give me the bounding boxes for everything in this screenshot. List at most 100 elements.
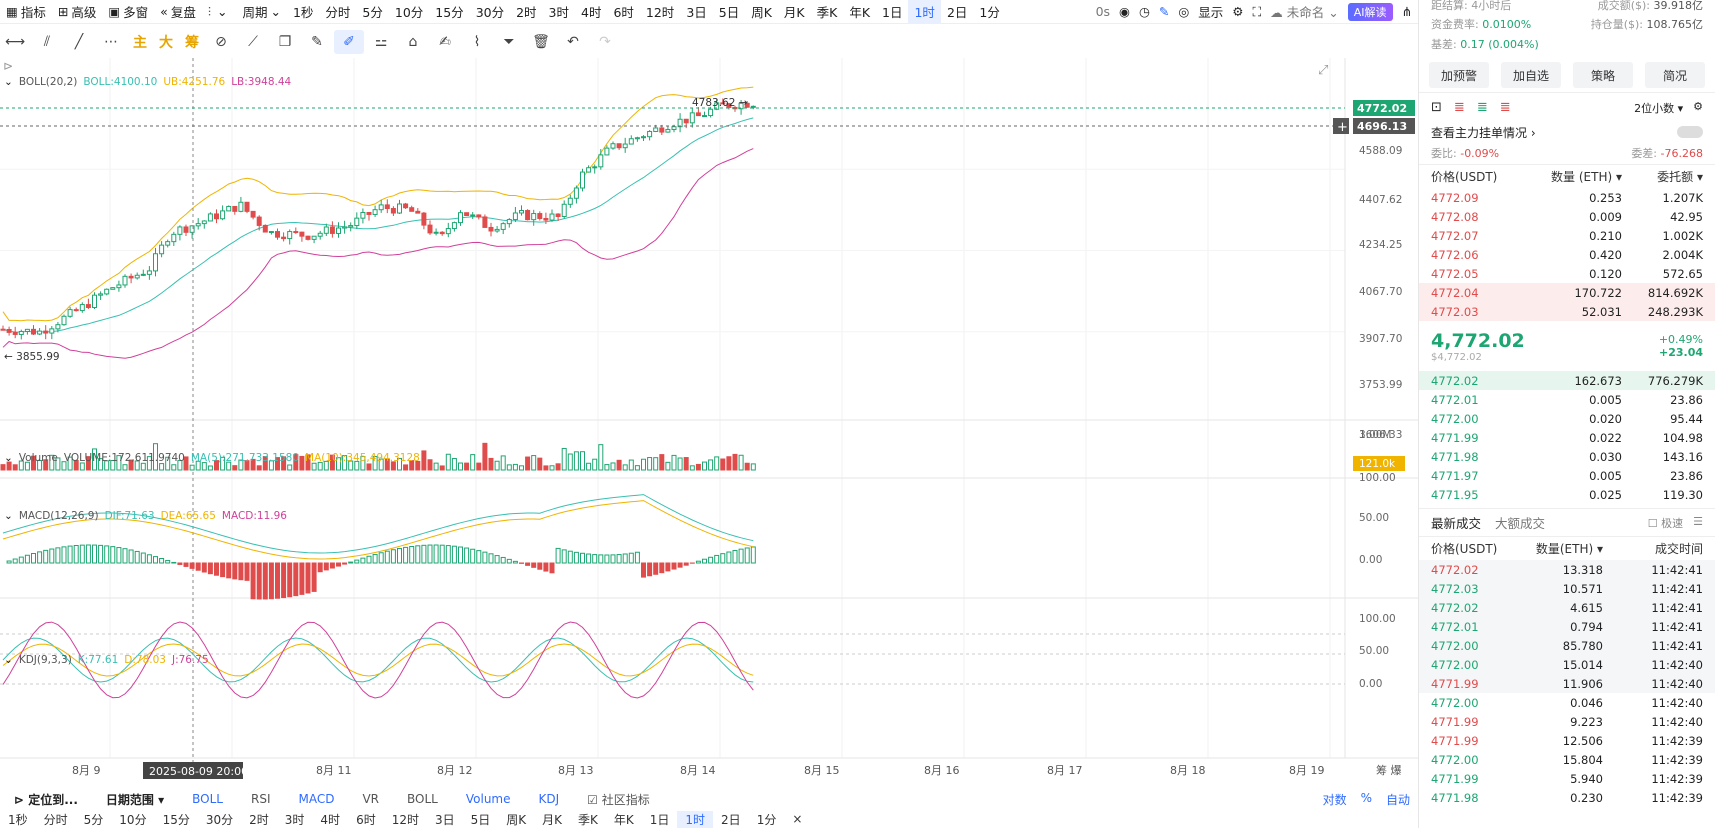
toolbar-item[interactable]: 年K <box>843 0 876 24</box>
collapse-icon[interactable]: ⌄ <box>4 654 13 666</box>
main-orders-toggle[interactable] <box>1677 126 1703 138</box>
orderbook-row[interactable]: 4772.01 0.005 23.86 <box>1419 390 1715 409</box>
orderbook-row[interactable]: 4772.03 52.031 248.293K <box>1419 302 1715 321</box>
clock-icon[interactable]: ◷ <box>1139 4 1150 19</box>
fast-checkbox[interactable]: ☐ 极速 <box>1648 515 1683 531</box>
visibility-icon[interactable]: ◎ <box>1178 4 1189 19</box>
orderbook-row[interactable]: 4771.99 0.022 104.98 <box>1419 428 1715 447</box>
toolbar-item[interactable]: 3日 <box>680 0 712 24</box>
brush-icon[interactable]: ⟋ <box>238 30 268 54</box>
indicator-tab[interactable]: 日期范围 ▾ <box>92 791 178 808</box>
trade-header-qty[interactable]: 数量(ETH) ▾ <box>1531 540 1603 557</box>
orderbook-row[interactable]: 4772.02 162.673 776.279K <box>1419 371 1715 390</box>
toolbar-item[interactable]: 6时 <box>607 0 639 24</box>
orderbook-row[interactable]: 4771.95 0.025 119.30 <box>1419 485 1715 504</box>
trash-icon[interactable]: 🗑 <box>526 30 556 54</box>
indicator-tab[interactable]: ⊳ 定位到... <box>0 791 92 808</box>
ai-interpret-button[interactable]: AI解读 <box>1347 2 1393 21</box>
chart-area[interactable]: 4772.02 +4696.13 4588.09 4407.62 4234.25 4067… <box>0 58 1418 788</box>
collapse-icon[interactable]: ⌄ <box>4 76 13 88</box>
pencil-icon[interactable]: ✎ <box>302 30 332 54</box>
period-option[interactable]: 5分 <box>76 811 112 828</box>
period-option[interactable]: 分时 <box>36 811 76 828</box>
period-option[interactable]: 5日 <box>463 811 499 828</box>
ob-mode-depth-icon[interactable]: ≣ <box>1500 100 1511 115</box>
main-chip-button[interactable]: 主 <box>128 30 152 54</box>
big-order-button[interactable]: 大 <box>154 30 178 54</box>
display-button[interactable]: 显示 <box>1198 2 1223 21</box>
main-orders-link[interactable]: 查看主力挂单情况 › <box>1431 124 1536 141</box>
orderbook-row[interactable]: 4772.08 0.009 42.95 <box>1419 207 1715 226</box>
camera-icon[interactable]: ◉ <box>1119 4 1130 19</box>
undo-icon[interactable]: ↶ <box>558 30 588 54</box>
tab-latest-trades[interactable]: 最新成交 <box>1431 513 1481 532</box>
axis-option[interactable]: % <box>1361 791 1372 808</box>
redo-icon[interactable]: ↷ <box>590 30 620 54</box>
period-option[interactable]: 30分 <box>198 811 241 828</box>
period-option[interactable]: 1时 <box>677 810 714 828</box>
period-option[interactable]: × <box>784 812 810 826</box>
settings-icon[interactable]: ⚙ <box>1693 100 1703 116</box>
ob-mode-bids-icon[interactable]: ≣ <box>1477 100 1488 115</box>
toolbar-item[interactable]: 1分 <box>973 0 1005 24</box>
period-option[interactable]: 15分 <box>155 811 198 828</box>
axis-option[interactable]: 对数 <box>1323 791 1347 808</box>
ob-mode-both-icon[interactable]: ⊡ <box>1431 100 1442 115</box>
filter-icon[interactable]: ⏷ <box>494 30 524 54</box>
toolbar-item[interactable]: 3时 <box>543 0 575 24</box>
toolbar-item[interactable]: 季K <box>811 0 844 24</box>
kline-chart[interactable]: 4772.02 + 4696.13 4588.09 4407.62 4234.25 4067… <box>0 58 1418 788</box>
toolbar-item[interactable]: 30分 <box>470 0 510 24</box>
eraser-brush-icon[interactable]: ⌇ <box>462 30 492 54</box>
period-option[interactable]: 月K <box>534 811 570 828</box>
indicator-tab[interactable]: Volume <box>452 792 525 806</box>
note-icon[interactable]: ✍ <box>430 30 460 54</box>
lock-icon[interactable]: ⌂ <box>398 30 428 54</box>
toolbar-item[interactable]: 1时 <box>908 0 941 24</box>
layers-icon[interactable]: ❐ <box>270 30 300 54</box>
chip-button[interactable]: 筹 <box>180 30 204 54</box>
toolbar-item[interactable]: 2时 <box>510 0 542 24</box>
period-option[interactable]: 年K <box>606 811 642 828</box>
toolbar-item[interactable]: 5日 <box>713 0 745 24</box>
more-tools-icon[interactable]: ⋯ <box>96 30 126 54</box>
watchlist-button[interactable]: 加自选 <box>1501 62 1561 88</box>
alert-button[interactable]: 加预警 <box>1429 62 1489 88</box>
period-option[interactable]: 1分 <box>749 811 785 828</box>
orderbook-row[interactable]: 4771.97 0.005 23.86 <box>1419 466 1715 485</box>
indicator-tab[interactable]: MACD <box>284 792 348 806</box>
toolbar-item[interactable]: 月K <box>778 0 811 24</box>
period-option[interactable]: 12时 <box>384 811 427 828</box>
indicator-tab[interactable]: VR <box>348 792 393 806</box>
orderbook-row[interactable]: 4772.06 0.420 2.004K <box>1419 245 1715 264</box>
toolbar-item[interactable]: ▣ 多窗 <box>102 0 154 24</box>
ob-header-qty[interactable]: 数量 (ETH) ▾ <box>1541 168 1622 185</box>
tab-large-trades[interactable]: 大额成交 <box>1495 513 1545 532</box>
decimals-select[interactable]: 2位小数 ▾ <box>1634 100 1683 116</box>
share-icon[interactable]: ⋔ <box>1402 4 1412 19</box>
toolbar-item[interactable]: 15分 <box>429 0 469 24</box>
trend-line-icon[interactable]: ╱ <box>64 30 94 54</box>
period-option[interactable]: 2时 <box>241 811 277 828</box>
edit-icon[interactable]: ✎ <box>1159 4 1169 19</box>
gear-icon[interactable]: ⚙ <box>1232 4 1243 19</box>
indicator-tab[interactable]: RSI <box>237 792 285 806</box>
orderbook-row[interactable]: 4772.05 0.120 572.65 <box>1419 264 1715 283</box>
orderbook-row[interactable]: 4772.09 0.253 1.207K <box>1419 188 1715 207</box>
toolbar-item[interactable]: 1秒 <box>287 0 319 24</box>
fullscreen-icon[interactable]: ⛶ <box>1253 4 1262 20</box>
draw-icon[interactable]: ✐ <box>334 30 364 54</box>
toolbar-item[interactable]: 分时 <box>319 0 356 24</box>
toolbar-item[interactable]: 10分 <box>389 0 429 24</box>
period-option[interactable]: 2日 <box>713 811 749 828</box>
ob-header-amount[interactable]: 委托额 ▾ <box>1622 168 1703 185</box>
period-option[interactable]: 季K <box>570 811 606 828</box>
indicator-tab[interactable]: KDJ <box>525 792 574 806</box>
collapse-icon[interactable]: ⌄ <box>4 452 13 464</box>
period-option[interactable]: 3日 <box>427 811 463 828</box>
orderbook-row[interactable]: 4772.07 0.210 1.002K <box>1419 226 1715 245</box>
toolbar-item[interactable]: ⫶ ⌄ <box>202 0 234 24</box>
ob-mode-asks-icon[interactable]: ≣ <box>1454 100 1465 115</box>
overview-button[interactable]: 简况 <box>1645 62 1705 88</box>
horizontal-line-icon[interactable]: ⟷ <box>0 30 30 54</box>
